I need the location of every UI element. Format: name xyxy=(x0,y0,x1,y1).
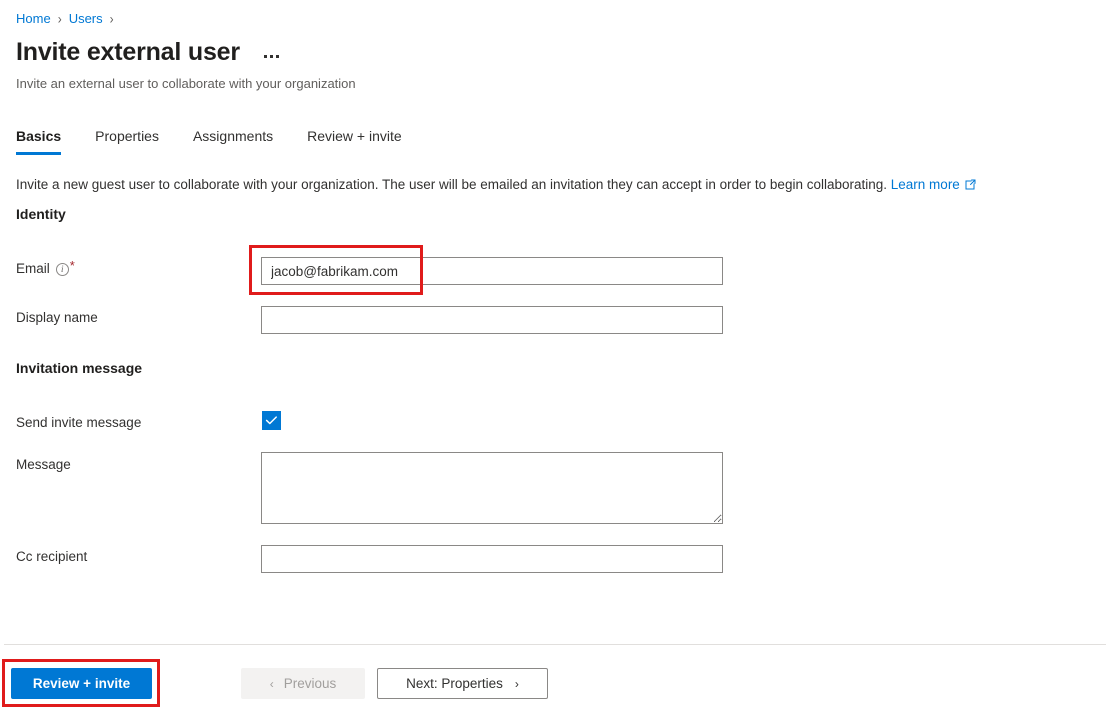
intro-text: Invite a new guest user to collaborate w… xyxy=(16,175,976,195)
more-commands-icon[interactable] xyxy=(262,51,281,62)
send-invite-message-checkbox[interactable] xyxy=(262,411,281,430)
review-invite-button[interactable]: Review + invite xyxy=(11,668,152,699)
required-marker: * xyxy=(69,258,75,273)
breadcrumb-separator-icon: › xyxy=(57,10,62,28)
ellipsis-dot xyxy=(263,54,267,58)
cc-recipient-input[interactable] xyxy=(261,545,723,573)
previous-button[interactable]: ‹ Previous xyxy=(241,668,365,699)
info-icon[interactable]: i xyxy=(55,262,69,276)
page-header: Invite external user xyxy=(16,36,281,68)
ellipsis-dot xyxy=(275,54,279,58)
previous-button-label: Previous xyxy=(283,676,337,691)
chevron-left-icon: ‹ xyxy=(269,676,274,691)
ellipsis-dot xyxy=(269,54,273,58)
section-heading-invitation-message: Invitation message xyxy=(16,360,143,376)
next-properties-button[interactable]: Next: Properties › xyxy=(377,668,548,699)
checkmark-icon xyxy=(265,416,277,425)
breadcrumb-separator-icon: › xyxy=(109,10,114,28)
display-name-field-label: Display name xyxy=(16,309,98,327)
page-title: Invite external user xyxy=(16,38,240,66)
intro-description: Invite a new guest user to collaborate w… xyxy=(16,177,888,192)
display-name-label-text: Display name xyxy=(16,310,98,325)
message-field-label: Message xyxy=(16,456,71,474)
tab-properties[interactable]: Properties xyxy=(95,123,159,155)
footer-divider xyxy=(4,644,1106,645)
page-subtitle: Invite an external user to collaborate w… xyxy=(16,76,356,91)
display-name-input[interactable] xyxy=(261,306,723,334)
tab-basics[interactable]: Basics xyxy=(16,123,62,155)
next-properties-button-label: Next: Properties xyxy=(406,676,503,691)
chevron-right-icon: › xyxy=(514,676,519,691)
cc-recipient-label-text: Cc recipient xyxy=(16,549,88,564)
external-link-icon[interactable] xyxy=(965,176,976,195)
email-field-label: Email i * xyxy=(16,258,75,278)
breadcrumb: Home › Users › xyxy=(16,10,121,28)
tab-assignments[interactable]: Assignments xyxy=(193,123,273,155)
email-label-text: Email xyxy=(16,261,50,276)
breadcrumb-item-home[interactable]: Home xyxy=(16,10,51,28)
message-textarea[interactable] xyxy=(261,452,723,524)
review-invite-button-label: Review + invite xyxy=(32,676,131,691)
section-heading-identity: Identity xyxy=(16,206,66,222)
send-invite-message-label: Send invite message xyxy=(16,414,141,432)
learn-more-link[interactable]: Learn more xyxy=(891,177,960,192)
message-label-text: Message xyxy=(16,457,71,472)
cc-recipient-field-label: Cc recipient xyxy=(16,548,87,566)
breadcrumb-item-users[interactable]: Users xyxy=(69,10,103,28)
send-invite-message-label-text: Send invite message xyxy=(16,415,142,430)
email-input[interactable] xyxy=(261,257,723,285)
wizard-tabs: Basics Properties Assignments Review + i… xyxy=(16,123,436,155)
tab-review-invite[interactable]: Review + invite xyxy=(307,123,402,155)
